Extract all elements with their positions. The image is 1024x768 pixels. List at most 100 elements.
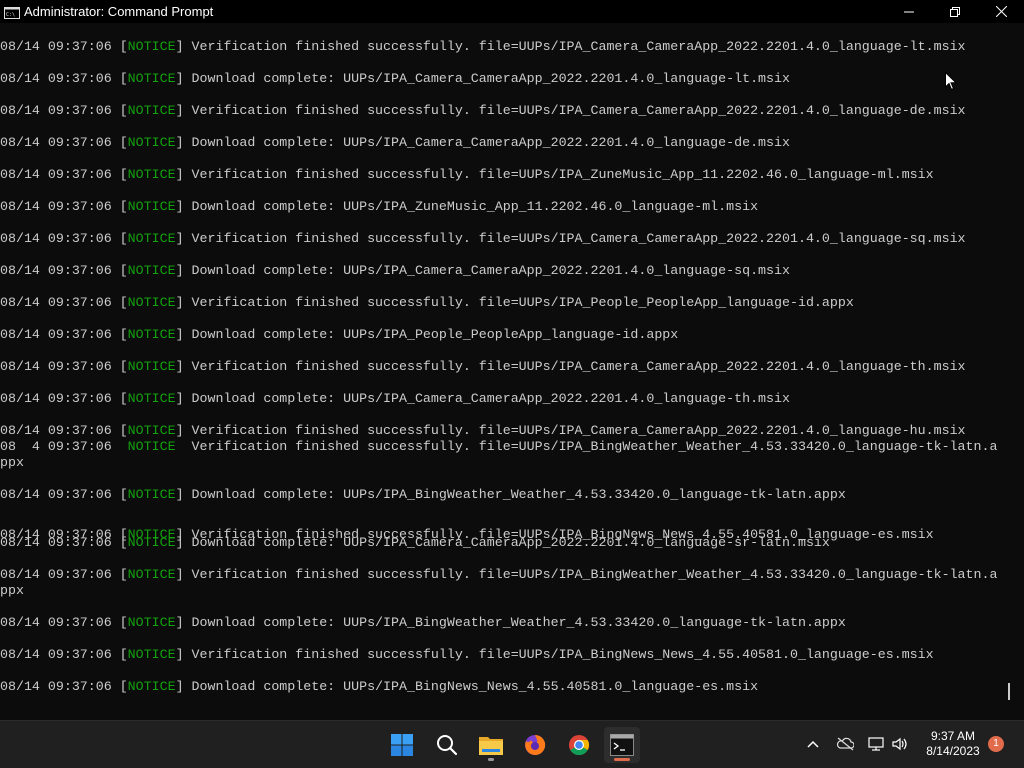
scrollbar-thumb[interactable] — [1008, 683, 1010, 700]
active-indicator — [614, 758, 630, 761]
cmd-icon: C:\ — [4, 6, 20, 19]
clock-time: 9:37 AM — [930, 729, 976, 743]
console-line-message: ] Download complete: UUPs/IPA_Camera_Cam… — [175, 263, 790, 278]
mouse-cursor-icon — [945, 72, 957, 91]
start-icon — [391, 734, 413, 756]
console-line-message: ] Verification finished successfully. fi… — [175, 167, 934, 182]
console-line-message: ] Download complete: UUPs/IPA_BingWeathe… — [175, 615, 846, 630]
console-line-prefix: 08/14 09:37:06 [ — [0, 647, 128, 662]
log-level-tag: NOTICE — [127, 535, 176, 550]
console-line: 08/14 09:37:06 [NOTICE] Verification fin… — [0, 359, 966, 375]
console-line-message: ] Verification finished successfully. fi… — [175, 359, 966, 374]
console-line-message: ] Verification finished successfully. fi… — [175, 423, 966, 438]
console-line-prefix: 08 4 09:37:06 — [0, 439, 128, 454]
console-line-prefix: 08/14 09:37:06 [ — [0, 103, 128, 118]
console-line-prefix: 08/14 09:37:06 [ — [0, 263, 128, 278]
clock-date: 8/14/2023 — [926, 744, 980, 758]
volume-button[interactable] — [890, 734, 910, 754]
console-line-prefix: 08/14 09:37:06 [ — [0, 391, 128, 406]
window-title: Administrator: Command Prompt — [24, 4, 214, 19]
log-level-tag: NOTICE — [127, 167, 176, 182]
console-line-message: Verification finished successfully. file… — [175, 439, 998, 454]
console-line: 08/14 09:37:06 [NOTICE] Download complet… — [0, 615, 846, 631]
title-bar[interactable]: C:\ Administrator: Command Prompt — [0, 0, 1024, 23]
console-output[interactable]: 08/14 09:37:06 [NOTICE] Verification fin… — [0, 23, 1016, 720]
console-line-message: ] Verification finished successfully. fi… — [175, 295, 854, 310]
console-line-message: ] Verification finished successfully. fi… — [175, 647, 934, 662]
console-line-message: ] Download complete: UUPs/IPA_People_Peo… — [175, 327, 679, 342]
console-line-message: ] Download complete: UUPs/IPA_Camera_Cam… — [175, 535, 830, 550]
log-level-tag: NOTICE — [127, 199, 176, 214]
console-line-prefix: 08/14 09:37:06 [ — [0, 295, 128, 310]
log-level-tag: NOTICE — [127, 647, 176, 662]
console-line: 08 4 09:37:06 NOTICE Verification finish… — [0, 439, 997, 455]
search-icon — [437, 735, 458, 756]
console-line: 08/14 09:37:06 [NOTICE] Verification fin… — [0, 567, 997, 583]
console-line: 08/14 09:37:06 [NOTICE] Download complet… — [0, 135, 790, 151]
show-hidden-icons-button[interactable] — [803, 734, 823, 754]
clock[interactable]: 9:37 AM 8/14/2023 — [916, 729, 990, 759]
log-level-tag: NOTICE — [127, 39, 176, 54]
close-button[interactable] — [978, 0, 1024, 23]
console-line: 08/14 09:37:06 [NOTICE] Verification fin… — [0, 647, 934, 663]
console-line-message: ] Verification finished successfully. fi… — [175, 39, 966, 54]
minimize-icon — [904, 11, 914, 12]
console-line: 08/14 09:37:06 [NOTICE] Verification fin… — [0, 231, 966, 247]
log-level-tag: NOTICE — [127, 103, 176, 118]
console-line-prefix: 08/14 09:37:06 [ — [0, 567, 128, 582]
log-level-tag: NOTICE — [127, 615, 176, 630]
file-explorer-button[interactable] — [473, 727, 509, 763]
terminal-button[interactable] — [604, 727, 640, 763]
console-line-message: ] Download complete: UUPs/IPA_Camera_Cam… — [175, 71, 790, 86]
console-line-prefix: 08/14 09:37:06 [ — [0, 167, 128, 182]
console-line-message: ] Download complete: UUPs/IPA_BingWeathe… — [175, 487, 846, 502]
console-line-prefix: 08/14 09:37:06 [ — [0, 199, 128, 214]
log-level-tag: NOTICE — [127, 567, 176, 582]
console-line-prefix: 08/14 09:37:06 [ — [0, 327, 128, 342]
console-line-prefix: 08/14 09:37:06 [ — [0, 359, 128, 374]
console-line-prefix: 08/14 09:37:06 [ — [0, 135, 128, 150]
volume-icon — [892, 737, 907, 751]
console-line: 08/14 09:37:06 [NOTICE] Download complet… — [0, 199, 758, 215]
log-level-tag: NOTICE — [127, 263, 176, 278]
log-level-tag: NOTICE — [127, 135, 176, 150]
chevron-up-icon — [807, 740, 819, 748]
console-line-prefix: 08/14 09:37:06 [ — [0, 39, 128, 54]
onedrive-icon — [836, 737, 854, 751]
console-line-prefix: 08/14 09:37:06 [ — [0, 615, 128, 630]
file-explorer-icon — [479, 737, 503, 755]
maximize-icon — [950, 6, 960, 17]
search-button[interactable] — [429, 727, 465, 763]
chrome-icon — [569, 735, 590, 756]
console-line: 08/14 09:37:06 [NOTICE] Verification fin… — [0, 423, 966, 439]
minimize-button[interactable] — [886, 0, 932, 23]
network-button[interactable] — [866, 734, 886, 754]
log-level-tag: NOTICE — [127, 487, 176, 502]
console-line: 08/14 09:37:06 [NOTICE] Verification fin… — [0, 103, 966, 119]
console-line: 08/14 09:37:06 [NOTICE] Download complet… — [0, 71, 790, 87]
chrome-button[interactable] — [561, 727, 597, 763]
console-line-prefix: 08/14 09:37:06 [ — [0, 535, 128, 550]
console-line: 08/14 09:37:06 [NOTICE] Download complet… — [0, 327, 678, 343]
maximize-button[interactable] — [932, 0, 978, 23]
console-line-message: ] Download complete: UUPs/IPA_Camera_Cam… — [175, 135, 790, 150]
notification-badge[interactable]: 1 — [988, 736, 1004, 752]
console-line: 08/14 09:37:06 [NOTICE] Download complet… — [0, 535, 830, 551]
taskbar: 9:37 AM 8/14/2023 — [0, 720, 1024, 768]
terminal-icon — [610, 734, 634, 756]
console-line: ppx — [0, 455, 24, 471]
console-line: 08/14 09:37:06 [NOTICE] Download complet… — [0, 679, 758, 695]
log-level-tag: NOTICE — [127, 679, 176, 694]
console-line-prefix: ppx — [0, 455, 24, 470]
console-line-prefix: 08/14 09:37:06 [ — [0, 487, 128, 502]
console-line: 08/14 09:37:06 [NOTICE] Verification fin… — [0, 39, 966, 55]
console-line: ppx — [0, 583, 24, 599]
onedrive-button[interactable] — [835, 734, 855, 754]
firefox-button[interactable] — [517, 727, 553, 763]
console-line-prefix: ppx — [0, 583, 24, 598]
start-button[interactable] — [384, 727, 420, 763]
console-line: 08/14 09:37:06 [NOTICE] Download complet… — [0, 487, 846, 503]
log-level-tag: NOTICE — [127, 71, 176, 86]
console-line-prefix: 08/14 09:37:06 [ — [0, 423, 128, 438]
log-level-tag: NOTICE — [127, 359, 176, 374]
